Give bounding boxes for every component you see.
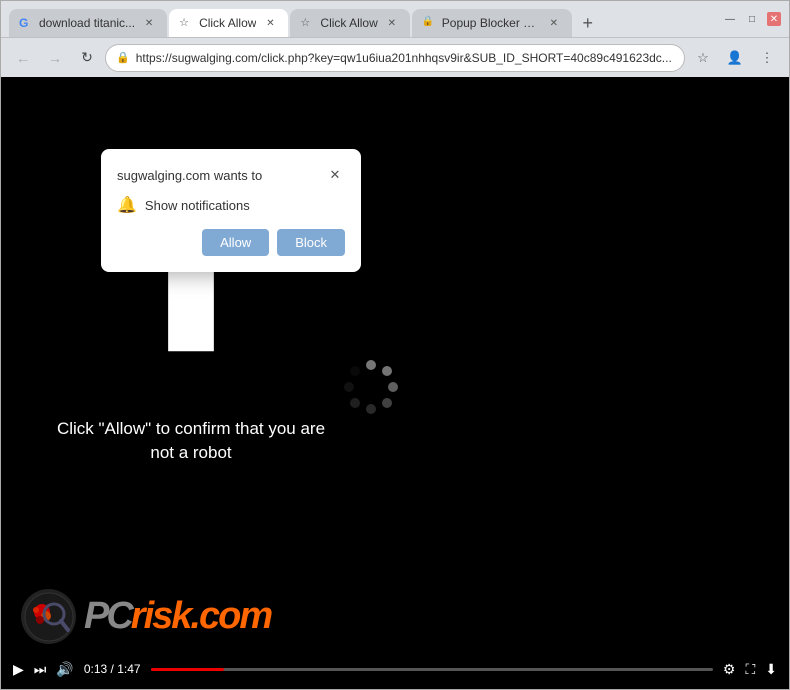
pcrisk-watermark: PC risk.com — [21, 589, 271, 644]
tab-2-favicon: ☆ — [179, 16, 193, 30]
tab-1-title: download titanic... — [39, 16, 135, 30]
tab-3-favicon: ☆ — [300, 16, 314, 30]
play-button[interactable]: ▶ — [13, 661, 24, 678]
address-actions: ☆ 👤 ⋮ — [689, 44, 781, 72]
tab-3-close[interactable]: ✕ — [384, 15, 400, 31]
popup-buttons: Allow Block — [117, 229, 345, 256]
progress-fill — [151, 668, 224, 671]
page-content: Click "Allow" to confirm that you are no… — [1, 77, 789, 689]
pcrisk-brand-text: PC risk.com — [84, 595, 271, 638]
settings-button[interactable]: ⚙ — [723, 661, 736, 678]
title-bar: G download titanic... ✕ ☆ Click Allow ✕ … — [1, 1, 789, 37]
loading-spinner — [341, 357, 401, 417]
popup-title: sugwalging.com wants to — [117, 168, 262, 183]
next-button[interactable]: ⏭ — [34, 661, 47, 678]
tab-3-title: Click Allow — [320, 16, 377, 30]
time-display: 0:13 / 1:47 — [84, 662, 141, 676]
popup-notification-row: 🔔 Show notifications — [117, 195, 345, 215]
bookmark-button[interactable]: ☆ — [689, 44, 717, 72]
browser-window: G download titanic... ✕ ☆ Click Allow ✕ … — [0, 0, 790, 690]
tab-4-close[interactable]: ✕ — [546, 15, 562, 31]
volume-button[interactable]: 🔊 — [56, 661, 73, 678]
notification-popup: sugwalging.com wants to ✕ 🔔 Show notific… — [101, 149, 361, 272]
maximize-button[interactable]: □ — [745, 12, 759, 26]
new-tab-button[interactable]: + — [574, 9, 602, 37]
url-text: https://sugwalging.com/click.php?key=qw1… — [136, 51, 674, 65]
tab-1-favicon: G — [19, 16, 33, 30]
tab-strip: G download titanic... ✕ ☆ Click Allow ✕ … — [9, 1, 711, 37]
address-bar: ← → ↻ 🔒 https://sugwalging.com/click.php… — [1, 37, 789, 77]
download-button[interactable]: ⬇ — [765, 661, 777, 678]
window-controls: — □ ✕ — [715, 12, 781, 26]
progress-bar[interactable] — [151, 668, 713, 671]
reload-button[interactable]: ↻ — [73, 44, 101, 72]
tab-4-favicon: 🔒 — [422, 16, 436, 30]
popup-close-button[interactable]: ✕ — [325, 165, 345, 185]
tab-1-close[interactable]: ✕ — [141, 15, 157, 31]
tab-2[interactable]: ☆ Click Allow ✕ — [169, 9, 288, 37]
close-button[interactable]: ✕ — [767, 12, 781, 26]
pcrisk-logo — [21, 589, 76, 644]
profile-button[interactable]: 👤 — [721, 44, 749, 72]
tab-3[interactable]: ☆ Click Allow ✕ — [290, 9, 409, 37]
video-controls: ▶ ⏭ 🔊 0:13 / 1:47 ⚙ ⛶ ⬇ — [1, 649, 789, 689]
instruction-text: Click "Allow" to confirm that you are no… — [51, 417, 331, 465]
tab-2-title: Click Allow — [199, 16, 256, 30]
tab-2-close[interactable]: ✕ — [262, 15, 278, 31]
notification-text: Show notifications — [145, 198, 250, 213]
tab-4[interactable]: 🔒 Popup Blocker C... ✕ — [412, 9, 572, 37]
fullscreen-button[interactable]: ⛶ — [745, 661, 755, 678]
video-right-controls: ⚙ ⛶ ⬇ — [723, 661, 777, 678]
security-icon: 🔒 — [116, 51, 130, 64]
allow-button[interactable]: Allow — [202, 229, 269, 256]
address-input[interactable]: 🔒 https://sugwalging.com/click.php?key=q… — [105, 44, 685, 72]
tab-1[interactable]: G download titanic... ✕ — [9, 9, 167, 37]
forward-button[interactable]: → — [41, 44, 69, 72]
back-button[interactable]: ← — [9, 44, 37, 72]
popup-header: sugwalging.com wants to ✕ — [117, 165, 345, 185]
pcrisk-suffix: risk.com — [131, 595, 271, 638]
bell-icon: 🔔 — [117, 195, 137, 215]
tab-4-title: Popup Blocker C... — [442, 16, 540, 30]
menu-button[interactable]: ⋮ — [753, 44, 781, 72]
minimize-button[interactable]: — — [723, 12, 737, 26]
block-button[interactable]: Block — [277, 229, 345, 256]
